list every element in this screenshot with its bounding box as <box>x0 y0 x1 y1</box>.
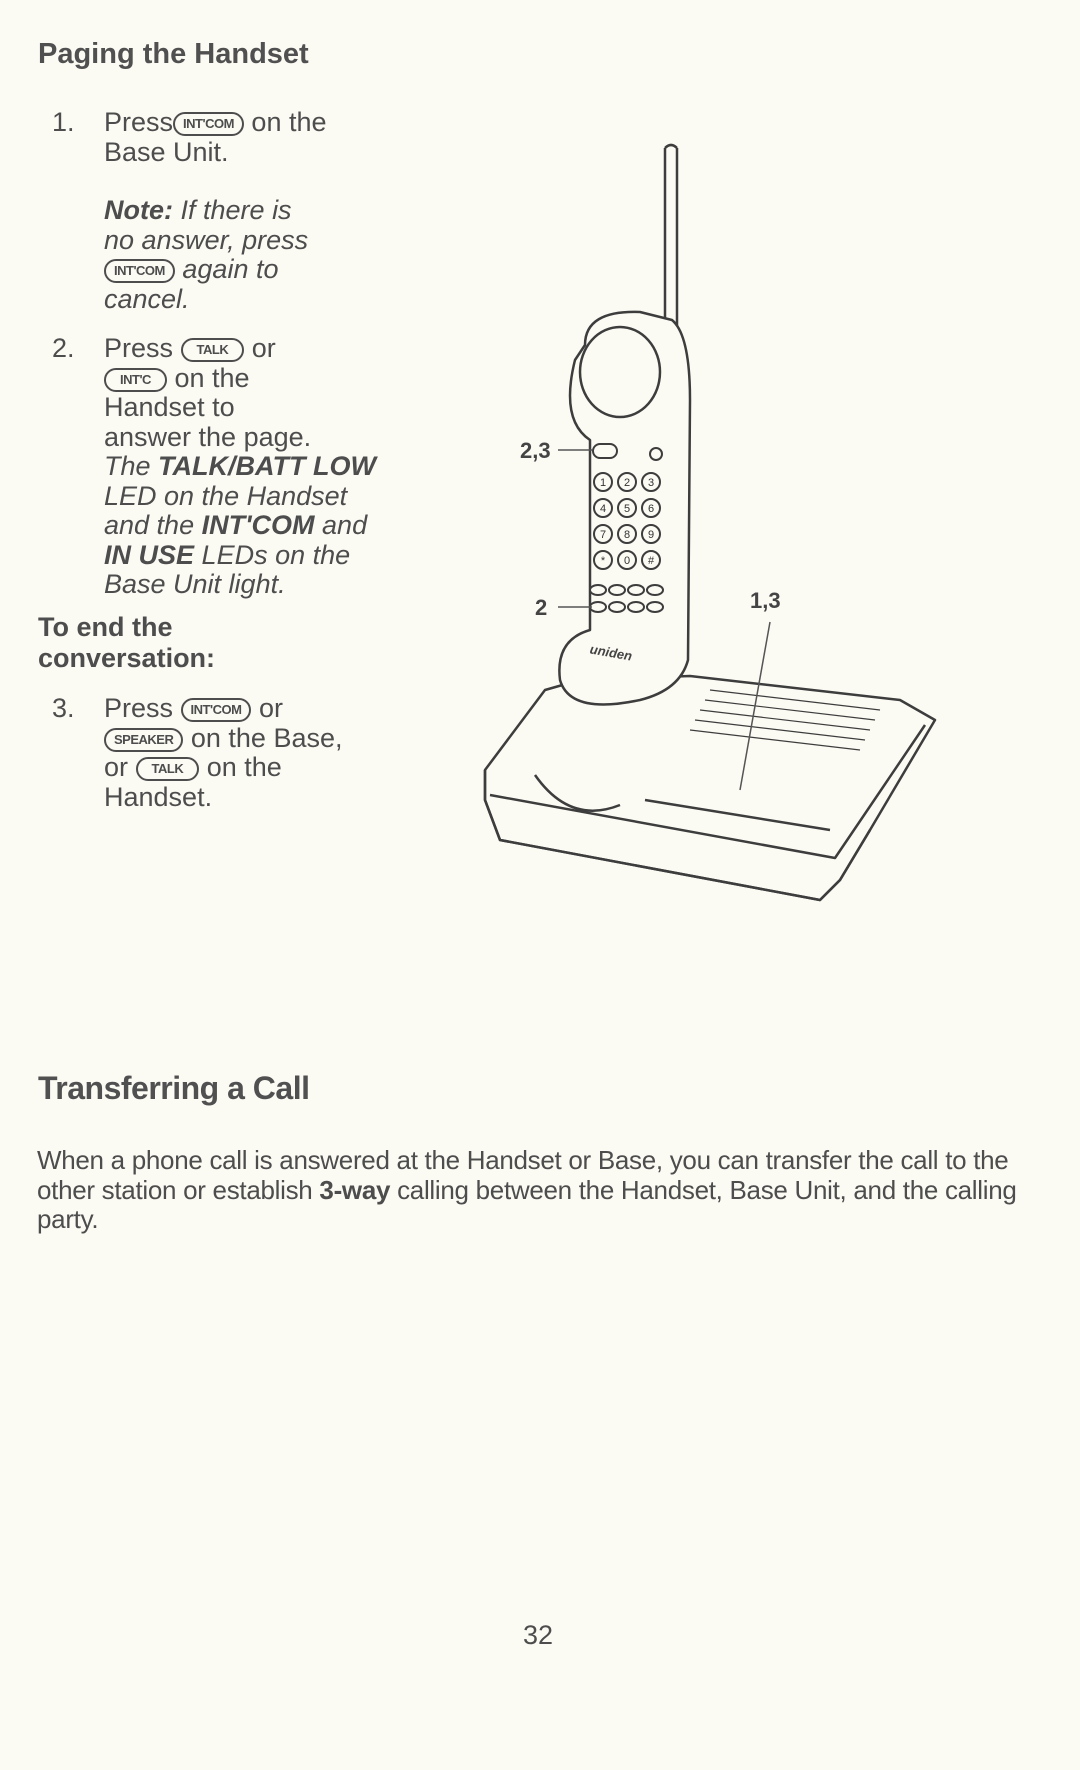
keypad-label: 2 <box>624 477 630 489</box>
function-button <box>627 584 645 596</box>
keypad-label: 8 <box>624 529 630 541</box>
function-button <box>608 584 626 596</box>
handset <box>558 143 692 706</box>
function-button <box>646 601 664 613</box>
transfer-paragraph: When a phone call is answered at the Han… <box>37 1145 1047 1235</box>
section-title-transferring: Transferring a Call <box>38 1070 310 1106</box>
keypad-label: * <box>601 555 606 567</box>
keypad-label: 5 <box>624 503 630 515</box>
keypad-label: 0 <box>624 555 630 567</box>
keypad-label: # <box>648 555 655 567</box>
keypad-label: 7 <box>600 529 606 541</box>
keypad-label: 1 <box>600 477 606 489</box>
callout-label: 1,3 <box>750 588 781 613</box>
function-button <box>589 601 607 613</box>
function-button <box>646 584 664 596</box>
callout-label: 2 <box>535 595 547 620</box>
keypad-label: 3 <box>648 477 654 489</box>
function-button <box>589 584 607 596</box>
phone-illustration: 1 2 34 5 67 8 9* 0 # 2,3 2 1,3 uniden <box>483 143 937 902</box>
function-button <box>627 601 645 613</box>
keypad-label: 9 <box>648 529 654 541</box>
function-button <box>608 601 626 613</box>
page-number: 32 <box>523 1620 554 1650</box>
keypad-label: 6 <box>648 503 654 515</box>
keypad-label: 4 <box>600 503 606 515</box>
base-unit <box>483 674 937 902</box>
bold-term: 3-way <box>319 1174 391 1205</box>
callout-label: 2,3 <box>520 438 551 463</box>
